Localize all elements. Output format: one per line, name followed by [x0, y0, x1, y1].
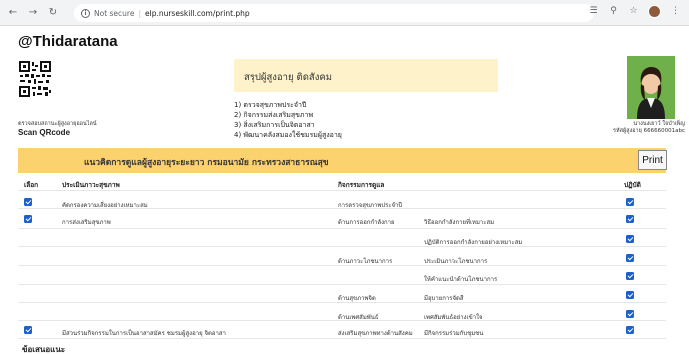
profile-id: รหัสผู้สูงอายุ 666660001abc	[613, 128, 685, 134]
cell-detail: วิธีออกกำลังกายที่เหมาะสม	[424, 219, 495, 226]
cell-detail: มีกิจกรรมร่วมกับชุมชน	[424, 330, 484, 337]
row-divider	[18, 284, 666, 285]
profile-photo	[627, 56, 675, 119]
row-divider	[18, 246, 666, 247]
page-username: @Thidaratana	[18, 33, 118, 50]
practice-checkbox[interactable]	[626, 272, 634, 280]
header-activity: กิจกรรมการดูแล	[338, 181, 385, 189]
select-checkbox[interactable]	[24, 198, 32, 206]
cell-activity: ด้านเพศสัมพันธ์	[338, 314, 379, 321]
zoom-icon[interactable]: ⚲	[608, 6, 619, 17]
cell-activity: ส่งเสริมสุขภาพทางด้านสังคม	[338, 330, 413, 337]
topic-item: 2) กิจกรรมส่งเสริมสุขภาพ	[234, 111, 314, 119]
header-practice: ปฏิบัติ	[624, 181, 641, 189]
practice-checkbox[interactable]	[626, 310, 634, 318]
forward-arrow-icon[interactable]: →	[26, 6, 40, 20]
bookmark-star-icon[interactable]: ☆	[628, 6, 639, 17]
reload-icon[interactable]: ↻	[46, 6, 60, 20]
cell-detail: ปฏิบัติการออกกำลังกายอย่างเหมาะสม	[424, 239, 523, 246]
translate-icon[interactable]: ☰	[588, 6, 599, 17]
row-divider	[18, 190, 666, 191]
summary-title: สรุปผู้สูงอายุ ติดสังคม	[244, 72, 332, 83]
address-bar[interactable]: i Not secure | elp.nurseskill.com/print.…	[74, 4, 594, 22]
cell-activity: ด้านภาวะโภชนาการ	[338, 258, 393, 265]
cell-assessment: การส่งเสริมสุขภาพ	[62, 219, 111, 226]
cell-assessment: มีส่วนร่วมกิจกรรมในการเป็นอาสาสมัคร ชมรม…	[62, 330, 226, 337]
practice-checkbox[interactable]	[626, 254, 634, 262]
cell-detail: ประเมินภาวะโภชนาการ	[424, 258, 488, 265]
select-checkbox[interactable]	[24, 215, 32, 223]
practice-checkbox[interactable]	[626, 326, 634, 334]
header-select: เลือก	[24, 181, 39, 189]
profile-avatar-icon[interactable]	[648, 5, 661, 18]
topic-item: 4) พัฒนาคลังสมองใช้ชมรมผู้สูงอายุ	[234, 131, 342, 139]
suggestion-label: ข้อเสนอแนะ	[22, 345, 66, 354]
banner-text: แนวคิดการดูแลผู้สูงอายุระยะยาว กรมอนามัย…	[84, 158, 329, 168]
qr-label: Scan QRcode	[18, 128, 71, 137]
practice-checkbox[interactable]	[626, 215, 634, 223]
cell-assessment: คัดกรองความเสี่ยงอย่างเหมาะสม	[62, 202, 148, 209]
print-button[interactable]: Print	[638, 150, 667, 170]
practice-checkbox[interactable]	[626, 235, 634, 243]
cell-activity: ด้านสุขภาพจิต	[338, 295, 376, 302]
cell-detail: เพศสัมพันธ์อย่างเข้าใจ	[424, 314, 483, 321]
guideline-banner: แนวคิดการดูแลผู้สูงอายุระยะยาว กรมอนามัย…	[18, 148, 666, 173]
security-status: Not secure	[94, 8, 135, 18]
info-icon[interactable]: i	[81, 8, 90, 18]
browser-toolbar: ← → ↻ i Not secure | elp.nurseskill.com/…	[0, 0, 689, 26]
topic-item: 1) ตรวจสุขภาพประจำปี	[234, 101, 307, 109]
header-assessment: ประเมินภาวะสุขภาพ	[62, 181, 120, 189]
practice-checkbox[interactable]	[626, 291, 634, 299]
cell-detail: มีอุบายการจัดสี	[424, 295, 464, 302]
cell-detail: ให้คำแนะนำด้านโภชนาการ	[424, 276, 498, 283]
qr-code-icon	[18, 60, 52, 98]
cell-activity: ด้านการออกกำลังกาย	[338, 219, 395, 226]
qr-caption: ตรวจสอบสถานะผู้สูงอายุออนไลน์	[18, 121, 97, 127]
topic-item: 3) สิ่งเสริมการเป็นจิตอาสา	[234, 121, 315, 129]
select-checkbox[interactable]	[24, 326, 32, 334]
row-divider	[18, 228, 666, 229]
menu-kebab-icon[interactable]: ⋮	[670, 6, 681, 17]
back-arrow-icon[interactable]: ←	[6, 6, 20, 20]
topic-list: 1) ตรวจสุขภาพประจำปี 2) กิจกรรมส่งเสริมส…	[234, 100, 342, 140]
url-text: elp.nurseskill.com/print.php	[145, 8, 250, 18]
address-separator: |	[138, 8, 141, 18]
row-divider	[18, 338, 666, 339]
person-avatar-icon	[627, 56, 675, 119]
cell-activity: การตรวจสุขภาพประจำปี	[338, 202, 403, 209]
practice-checkbox[interactable]	[626, 198, 634, 206]
summary-title-box: สรุปผู้สูงอายุ ติดสังคม	[234, 59, 498, 92]
